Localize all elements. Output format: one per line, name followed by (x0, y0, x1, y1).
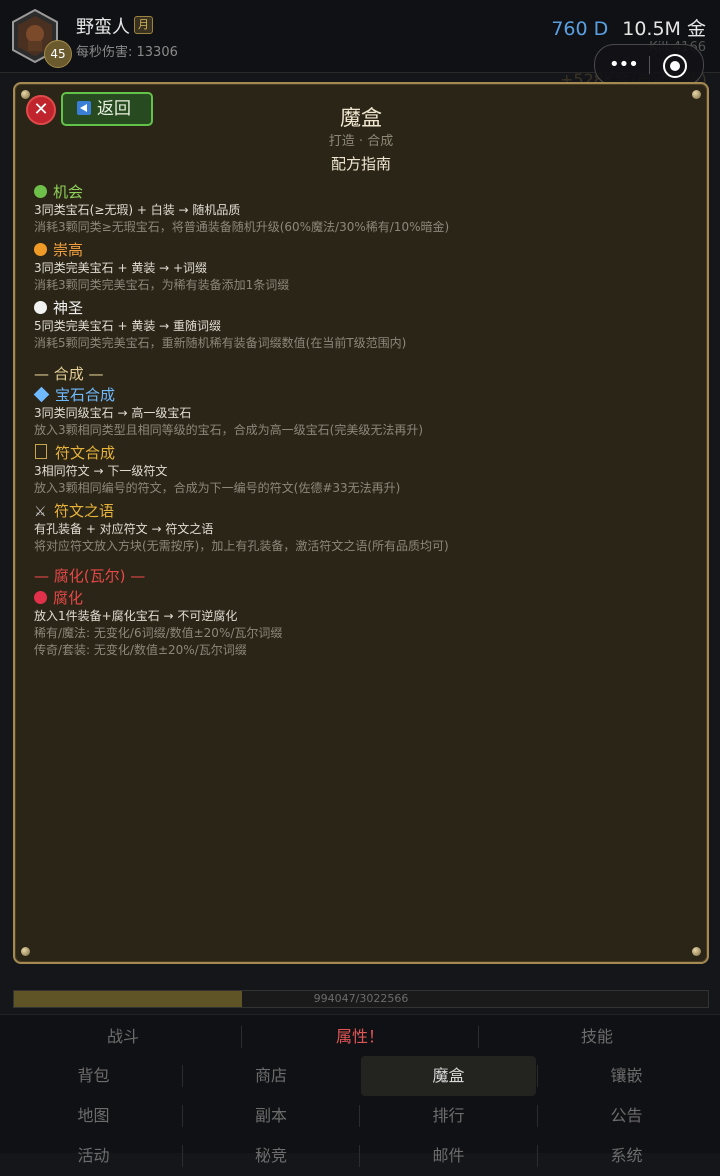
recipe-guide-heading: 配方指南 (330, 155, 391, 173)
white-orb-icon (34, 301, 47, 314)
recipe-description: 将对应符文放入方块(无需按序)，加上有孔装备，激活符文之语(所有品质均可) (34, 539, 449, 553)
orange-orb-icon (34, 243, 47, 256)
recipe-formula: 3同类完美宝石 + 黄装 → +词缀 (34, 261, 208, 275)
recipe-title: 符文合成 (55, 444, 116, 462)
nav-row-primary: 战斗 属性！ 技能 (0, 1017, 720, 1057)
recipe-rune-combine: 符文合成 3相同符文 → 下一级符文 放入3颗相同编号的符文，合成为下一编号的符… (34, 443, 400, 497)
nav-map[interactable]: 地图 (6, 1096, 181, 1136)
recipe-formula: 3同类宝石(≥无瑕) + 白装 → 随机品质 (34, 203, 241, 217)
recipe-title: 机会 (53, 183, 84, 201)
magic-box-modal: ✕ 返回 魔盒 打造 · 合成 配方指南 机会 3同类宝石(≥无瑕) + 白装 … (13, 82, 709, 964)
miniapp-capsule: ••• (594, 44, 704, 86)
nav-ranking[interactable]: 排行 (361, 1096, 536, 1136)
recipe-formula: 5同类完美宝石 + 黄装 → 重随词缀 (34, 319, 222, 333)
recipe-title: 崇高 (53, 241, 84, 259)
nav-battle[interactable]: 战斗 (6, 1017, 240, 1057)
nav-dungeon[interactable]: 副本 (184, 1096, 358, 1136)
nav-divider (537, 1105, 538, 1127)
nav-socket[interactable]: 镶嵌 (539, 1056, 714, 1096)
corrupt-section-header: — 腐化(瓦尔) — (34, 567, 146, 585)
nav-shop[interactable]: 商店 (184, 1056, 358, 1096)
nav-backpack[interactable]: 背包 (6, 1056, 181, 1096)
recipe-description: 消耗5颗同类完美宝石，重新随机稀有装备词缀数值(在当前T级范围内) (34, 336, 407, 350)
recipe-title: 符文之语 (54, 502, 115, 520)
rivet-icon (692, 90, 701, 99)
recipe-exalted: 崇高 3同类完美宝石 + 黄装 → +词缀 消耗3颗同类完美宝石，为稀有装备添加… (34, 240, 289, 294)
nav-divider (359, 1105, 360, 1127)
nav-divider (537, 1145, 538, 1167)
nav-divider (478, 1026, 479, 1048)
nav-divider (182, 1145, 183, 1167)
currency-display: 760 D 10.5M 金 (551, 14, 706, 41)
rivet-icon (692, 947, 701, 956)
nav-divider (359, 1145, 360, 1167)
nav-divider (241, 1026, 242, 1048)
gem-icon (33, 386, 50, 403)
experience-text: 994047/3022566 (313, 992, 409, 1005)
nav-divider (537, 1065, 538, 1087)
capsule-divider (649, 56, 650, 74)
combine-section-header: — 合成 — (34, 365, 104, 383)
nav-divider (182, 1065, 183, 1087)
crossed-swords-icon: ⚔ (34, 504, 47, 520)
recipe-gem-combine: 宝石合成 3同类同级宝石 → 高一级宝石 放入3颗相同类型且相同等级的宝石，合成… (33, 385, 424, 439)
recipe-formula: 3相同符文 → 下一级符文 (34, 464, 168, 478)
recipe-description: 放入3颗相同编号的符文，合成为下一编号的符文(佐德#33无法再升) (34, 481, 401, 495)
nav-events[interactable]: 活动 (6, 1136, 181, 1176)
recipe-formula: 有孔装备 + 对应符文 → 符文之语 (34, 522, 214, 536)
bottom-navigation: 战斗 属性！ 技能 背包 商店 魔盒 镶嵌 地图 副本 排行 公告 活动 秘竞 … (0, 1014, 720, 1167)
nav-row-tertiary: 地图 副本 排行 公告 (0, 1096, 720, 1136)
recipe-description: 放入3颗相同类型且相同等级的宝石，合成为高一级宝石(完美级无法再升) (34, 423, 424, 437)
green-orb-icon (34, 185, 47, 198)
modal-subtitle: 打造 · 合成 (328, 134, 394, 149)
nav-mail[interactable]: 邮件 (361, 1136, 536, 1176)
nav-magic-box[interactable]: 魔盒 (361, 1056, 536, 1096)
more-dots-icon[interactable]: ••• (609, 54, 639, 75)
d-currency: 760 D (551, 18, 609, 40)
target-icon[interactable] (663, 54, 687, 78)
nav-arena[interactable]: 秘竞 (184, 1136, 358, 1176)
recipe-title: 腐化 (53, 589, 84, 607)
month-card-badge: 月 (134, 16, 153, 34)
recipe-description: 消耗3颗同类完美宝石，为稀有装备添加1条词缀 (34, 278, 290, 292)
nav-attributes[interactable]: 属性！ (243, 1017, 477, 1057)
recipe-description: 稀有/魔法: 无变化/6词缀/数值±20%/瓦尔词缀 (34, 626, 283, 640)
experience-bar: 994047/3022566 (13, 990, 709, 1008)
nav-system[interactable]: 系统 (539, 1136, 714, 1176)
recipe-title: 神圣 (53, 299, 84, 317)
nav-divider (182, 1105, 183, 1127)
modal-title: 魔盒 (340, 106, 382, 130)
recipe-chance: 机会 3同类宝石(≥无瑕) + 白装 → 随机品质 消耗3颗同类≥无瑕宝石，将普… (34, 182, 449, 236)
rivet-icon (21, 90, 30, 99)
recipe-formula: 3同类同级宝石 → 高一级宝石 (34, 406, 192, 420)
player-name: 野蛮人 (76, 17, 130, 38)
recipe-title: 宝石合成 (55, 386, 116, 404)
nav-row-secondary: 背包 商店 魔盒 镶嵌 (0, 1056, 720, 1096)
nav-skills[interactable]: 技能 (480, 1017, 714, 1057)
recipe-description: 消耗3颗同类≥无瑕宝石，将普通装备随机升级(60%魔法/30%稀有/10%暗金) (34, 220, 450, 234)
nav-row-quaternary: 活动 秘竞 邮件 系统 (0, 1136, 720, 1176)
dps-text: 每秒伤害: 13306 (76, 45, 178, 60)
nav-announcement[interactable]: 公告 (539, 1096, 714, 1136)
gold-currency: 10.5M 金 (622, 18, 706, 40)
level-badge: 45 (44, 40, 72, 68)
recipe-runeword: ⚔ 符文之语 有孔装备 + 对应符文 → 符文之语 将对应符文放入方块(无需按序)… (34, 501, 449, 555)
rune-icon (35, 444, 47, 459)
rivet-icon (21, 947, 30, 956)
recipe-description: 传奇/套装: 无变化/数值±20%/瓦尔词缀 (34, 643, 247, 657)
recipe-formula: 放入1件装备+腐化宝石 → 不可逆腐化 (34, 609, 238, 623)
recipe-corrupt: 腐化 放入1件装备+腐化宝石 → 不可逆腐化 稀有/魔法: 无变化/6词缀/数值… (34, 588, 282, 659)
red-orb-icon (34, 591, 47, 604)
recipe-divine: 神圣 5同类完美宝石 + 黄装 → 重随词缀 消耗5颗同类完美宝石，重新随机稀有… (34, 298, 406, 352)
